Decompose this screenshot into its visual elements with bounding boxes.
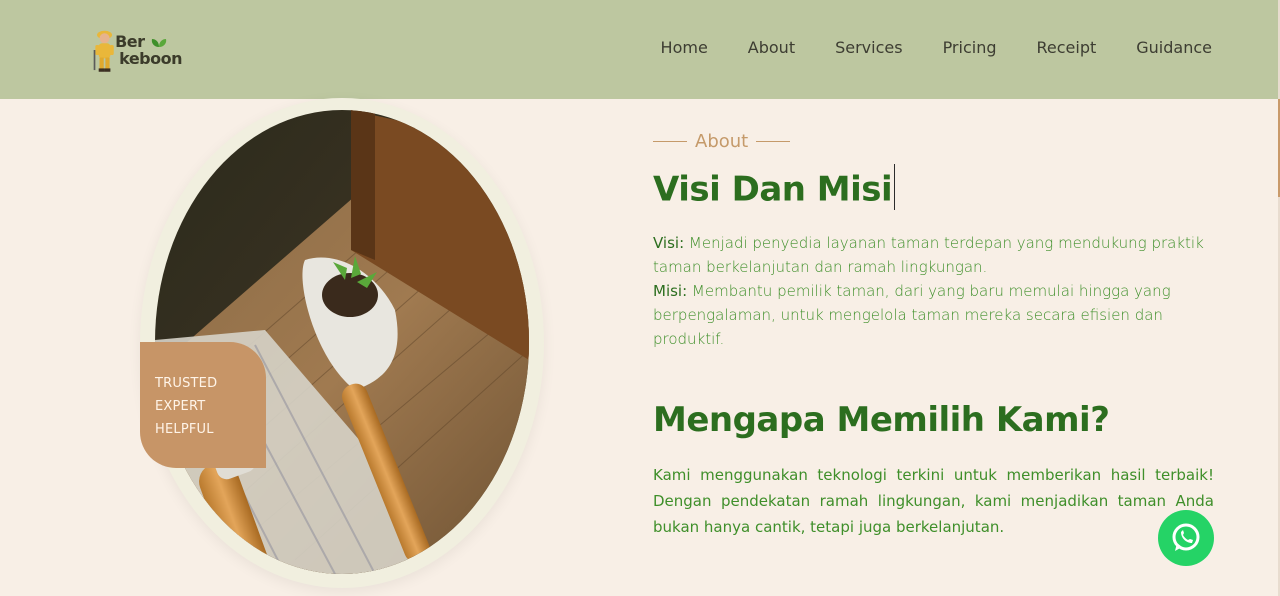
label-line-left (653, 141, 687, 142)
section-label-text: About (695, 131, 749, 152)
vision-mission-body: Visi: Menjadi penyedia layanan taman ter… (653, 231, 1223, 351)
main-nav: Home About Services Pricing Receipt Guid… (621, 38, 1212, 57)
site-header: Ber keboon Home About Services Pricing R… (0, 0, 1278, 99)
brand-wordmark: Ber keboon (115, 33, 182, 67)
badge-line-trusted: TRUSTED (155, 376, 218, 391)
misi-text: Membantu pemilik taman, dari yang baru m… (653, 282, 1171, 348)
text-cursor (894, 164, 896, 210)
nav-guidance[interactable]: Guidance (1136, 38, 1212, 57)
vision-mission-title-text: Visi Dan Misi (653, 169, 893, 210)
badge-line-expert: EXPERT (155, 399, 206, 414)
visi-text: Menjadi penyedia layanan taman terdepan … (653, 234, 1204, 276)
whatsapp-icon (1172, 523, 1200, 551)
vision-mission-title: Visi Dan Misi (653, 164, 896, 214)
visi-label: Visi: (653, 234, 685, 252)
leaf-icon (151, 38, 166, 47)
nav-home[interactable]: Home (661, 38, 708, 57)
nav-services[interactable]: Services (835, 38, 902, 57)
nav-about[interactable]: About (748, 38, 795, 57)
nav-pricing[interactable]: Pricing (943, 38, 997, 57)
trust-badge: TRUSTED EXPERT HELPFUL (140, 342, 266, 468)
section-label: About (653, 131, 791, 152)
label-line-right (756, 141, 791, 142)
why-us-title: Mengapa Memilih Kami? (653, 400, 1110, 440)
brand-logo[interactable]: Ber keboon (92, 22, 182, 78)
why-us-body: Kami menggunakan teknologi terkini untuk… (653, 466, 1214, 536)
brand-line-2: keboon (119, 49, 182, 68)
nav-receipt[interactable]: Receipt (1037, 38, 1097, 57)
whatsapp-button[interactable] (1158, 510, 1214, 566)
gardener-mascot-icon (93, 30, 114, 72)
misi-label: Misi: (653, 282, 688, 300)
badge-line-helpful: HELPFUL (155, 422, 214, 437)
